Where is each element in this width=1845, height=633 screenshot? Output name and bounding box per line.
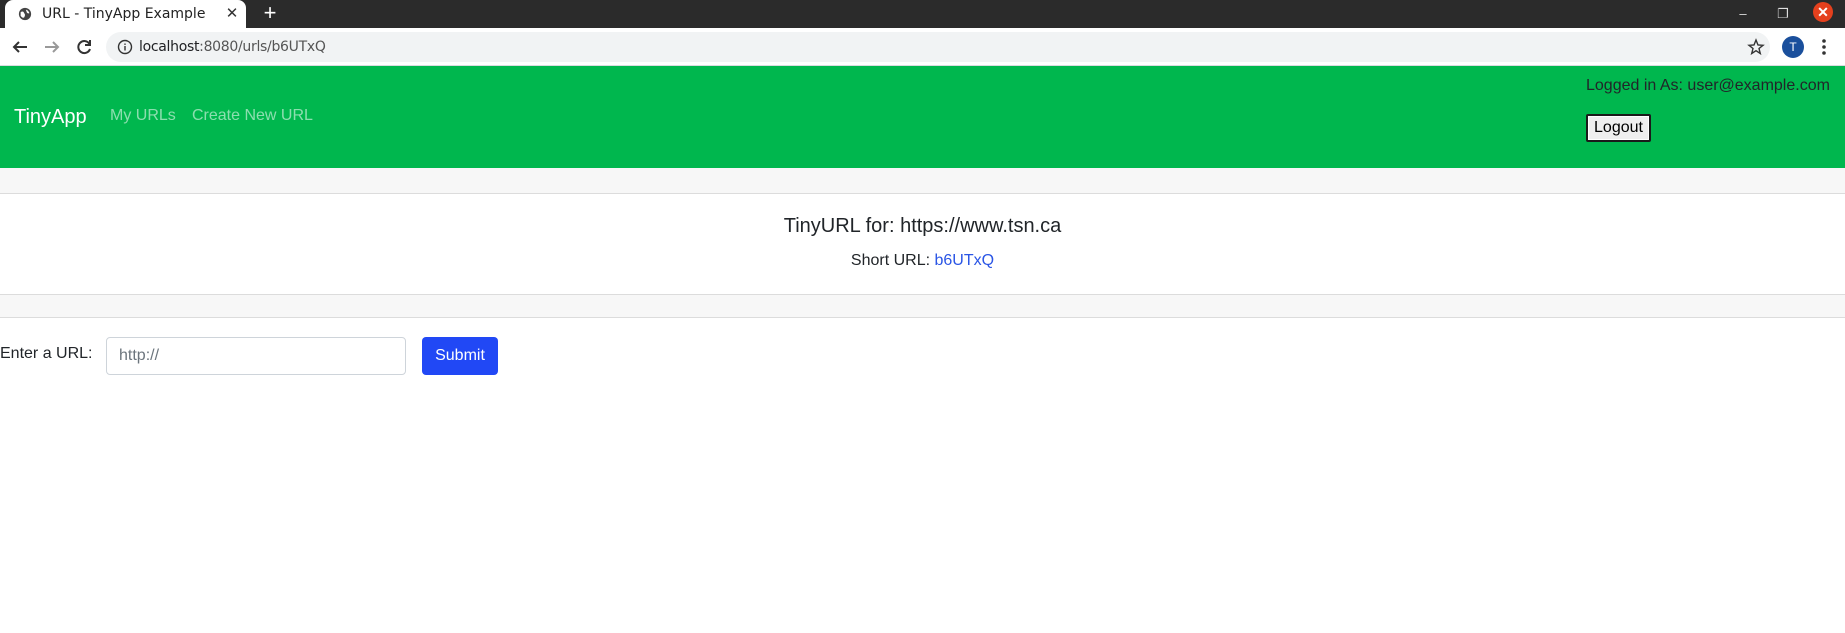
back-icon[interactable] [7,34,33,60]
url-detail-card: TinyURL for: https://www.tsn.ca Short UR… [0,194,1845,280]
globe-icon [18,7,32,21]
browser-tabbar: URL - TinyApp Example ✕ + – ❐ ✕ [0,0,1845,28]
short-url-line: Short URL: b6UTxQ [0,252,1845,270]
submit-button[interactable]: Submit [422,337,498,375]
forward-icon[interactable] [39,34,65,60]
card-header [0,168,1845,194]
url-input[interactable] [106,337,406,375]
tab-title: URL - TinyApp Example [42,6,206,22]
nav-my-urls[interactable]: My URLs [110,107,176,125]
browser-tab[interactable]: URL - TinyApp Example ✕ [5,0,246,28]
url-field-label: Enter a URL: [0,345,93,362]
short-url-label: Short URL: [850,252,935,269]
minimize-icon[interactable]: – [1731,2,1755,26]
url-host: localhost [139,39,200,55]
url-path: :8080/urls/b6UTxQ [199,39,326,55]
tinyurl-title: TinyURL for: https://www.tsn.ca [783,215,1062,237]
avatar[interactable]: T [1782,36,1804,58]
info-icon[interactable] [117,39,133,55]
reload-icon[interactable] [71,34,97,60]
nav-create-new-url[interactable]: Create New URL [192,107,313,125]
short-url-link[interactable]: b6UTxQ [935,252,995,269]
url-text: localhost:8080/urls/b6UTxQ [139,39,326,55]
card-footer [0,294,1845,318]
menu-icon[interactable] [1815,36,1833,58]
brand-link[interactable]: TinyApp [14,106,87,129]
address-bar[interactable]: localhost:8080/urls/b6UTxQ [106,32,1770,62]
page-content: TinyApp My URLs Create New URL Logged in… [0,66,1845,633]
app-navbar: TinyApp My URLs Create New URL Logged in… [0,66,1845,168]
logged-in-text: Logged in As: user@example.com [1586,77,1830,94]
close-icon[interactable]: ✕ [224,6,240,22]
plus-icon[interactable]: + [258,2,282,26]
window-close-icon[interactable]: ✕ [1813,2,1833,22]
restore-icon[interactable]: ❐ [1771,2,1795,26]
browser-toolbar: localhost:8080/urls/b6UTxQ T [0,28,1845,66]
logout-button[interactable]: Logout [1586,114,1651,142]
star-icon[interactable] [1747,38,1765,56]
